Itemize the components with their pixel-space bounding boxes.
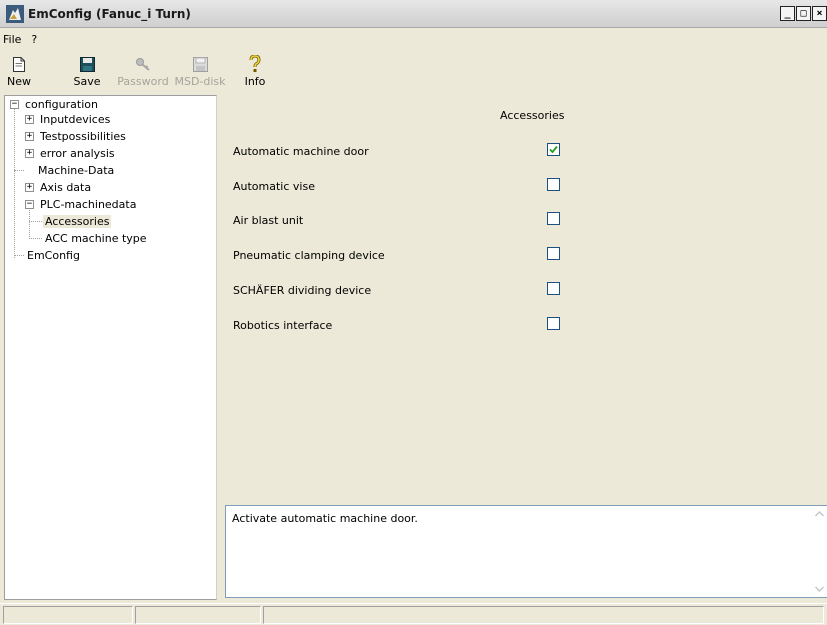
option-label: Automatic machine door (233, 145, 369, 158)
tree-label: Machine-Data (38, 164, 115, 177)
tree-label: PLC-machinedata (40, 198, 137, 211)
collapse-icon[interactable]: − (10, 100, 19, 109)
tree-node-testpossibilities[interactable]: + Testpossibilities (25, 128, 128, 145)
option-label: Automatic vise (233, 180, 315, 193)
msd-disk-label: MSD-disk (174, 75, 226, 88)
tree-connector (14, 109, 15, 258)
disk-icon (192, 55, 208, 73)
configuration-tree[interactable]: − configuration + Inputdevices + Testpos… (4, 95, 217, 600)
info-label: Info (244, 75, 266, 88)
tree-label: error analysis (40, 147, 115, 160)
expand-icon[interactable]: + (25, 183, 34, 192)
title-bar[interactable]: EmConfig (Fanuc_i Turn) _ □ × (0, 0, 827, 28)
tree-node-emconfig[interactable]: EmConfig (25, 247, 82, 264)
checkbox[interactable] (547, 317, 560, 330)
tree-node-acc-machine-type[interactable]: ACC machine type (43, 230, 149, 247)
status-pane (3, 606, 133, 624)
menu-bar: File ? (0, 29, 827, 49)
tree-label: Inputdevices (40, 113, 111, 126)
status-pane (135, 606, 261, 624)
option-label: Air blast unit (233, 214, 304, 227)
expand-icon[interactable]: + (25, 132, 34, 141)
minimize-icon: _ (784, 8, 791, 19)
tree-node-machine-data[interactable]: Machine-Data (36, 162, 116, 179)
window-title: EmConfig (Fanuc_i Turn) (28, 7, 191, 21)
tree-connector (29, 221, 42, 222)
info-button[interactable]: Info (238, 52, 272, 94)
tree-connector (14, 170, 24, 171)
menu-help[interactable]: ? (26, 33, 42, 46)
window-controls: _ □ × (779, 6, 827, 22)
option-label: Robotics interface (233, 319, 333, 332)
checkbox[interactable] (547, 282, 560, 295)
msd-disk-button[interactable]: MSD-disk (172, 52, 228, 94)
scroll-up-icon[interactable] (813, 508, 825, 520)
password-label: Password (117, 75, 169, 88)
accessories-panel: Accessories Automatic machine door Autom… (217, 95, 827, 600)
panel-title: Accessories (500, 109, 565, 122)
close-icon: × (816, 8, 823, 19)
option-label: SCHÄFER dividing device (233, 284, 372, 297)
tree-label: ACC machine type (45, 232, 147, 245)
option-label: Pneumatic clamping device (233, 249, 385, 262)
question-icon (247, 55, 263, 73)
collapse-icon[interactable]: − (25, 200, 34, 209)
maximize-button[interactable]: □ (796, 6, 811, 21)
description-text: Activate automatic machine door. (232, 512, 418, 525)
tree-node-error-analysis[interactable]: + error analysis (25, 145, 117, 162)
description-box[interactable]: Activate automatic machine door. (225, 505, 827, 598)
scroll-down-icon[interactable] (813, 583, 825, 595)
tree-label: EmConfig (27, 249, 80, 262)
new-document-icon (11, 55, 27, 73)
new-button[interactable]: New (4, 52, 34, 94)
expand-icon[interactable]: + (25, 115, 34, 124)
tree-label: Accessories (43, 215, 112, 228)
tree-connector (29, 210, 30, 239)
password-button[interactable]: Password (116, 52, 170, 94)
status-bar (0, 603, 827, 625)
checkmark-icon (549, 145, 558, 154)
tree-label: Axis data (40, 181, 92, 194)
option-pneumatic-clamping-device: Pneumatic clamping device (233, 247, 633, 265)
tree-connector (14, 255, 24, 256)
close-button[interactable]: × (812, 6, 827, 21)
app-icon (6, 5, 24, 23)
status-pane (263, 606, 824, 624)
tree-label: configuration (25, 98, 98, 111)
option-air-blast-unit: Air blast unit (233, 212, 633, 230)
option-robotics-interface: Robotics interface (233, 317, 633, 335)
key-icon (135, 55, 151, 73)
tree-node-axis-data[interactable]: + Axis data (25, 179, 93, 196)
expand-icon[interactable]: + (25, 149, 34, 158)
option-schafer-dividing-device: SCHÄFER dividing device (233, 282, 633, 300)
tree-label: Testpossibilities (40, 130, 126, 143)
checkbox[interactable] (547, 143, 560, 156)
menu-file[interactable]: File (0, 33, 26, 46)
option-automatic-vise: Automatic vise (233, 178, 633, 196)
app-window: EmConfig (Fanuc_i Turn) _ □ × File ? New… (0, 0, 827, 625)
checkbox[interactable] (547, 178, 560, 191)
tree-node-plc-machinedata[interactable]: − PLC-machinedata (25, 196, 138, 213)
new-label: New (7, 75, 31, 88)
save-label: Save (73, 75, 101, 88)
tree-connector (29, 238, 42, 239)
save-button[interactable]: Save (70, 52, 104, 94)
tree-node-accessories[interactable]: Accessories (43, 213, 112, 230)
checkbox[interactable] (547, 247, 560, 260)
option-automatic-machine-door: Automatic machine door (233, 143, 633, 161)
tree-node-inputdevices[interactable]: + Inputdevices (25, 111, 112, 128)
floppy-disk-icon (79, 55, 95, 73)
minimize-button[interactable]: _ (780, 6, 795, 21)
toolbar: New Save Password MSD-disk Info (0, 52, 827, 94)
maximize-icon: □ (800, 8, 807, 19)
checkbox[interactable] (547, 212, 560, 225)
description-scrollbar[interactable] (811, 506, 827, 597)
